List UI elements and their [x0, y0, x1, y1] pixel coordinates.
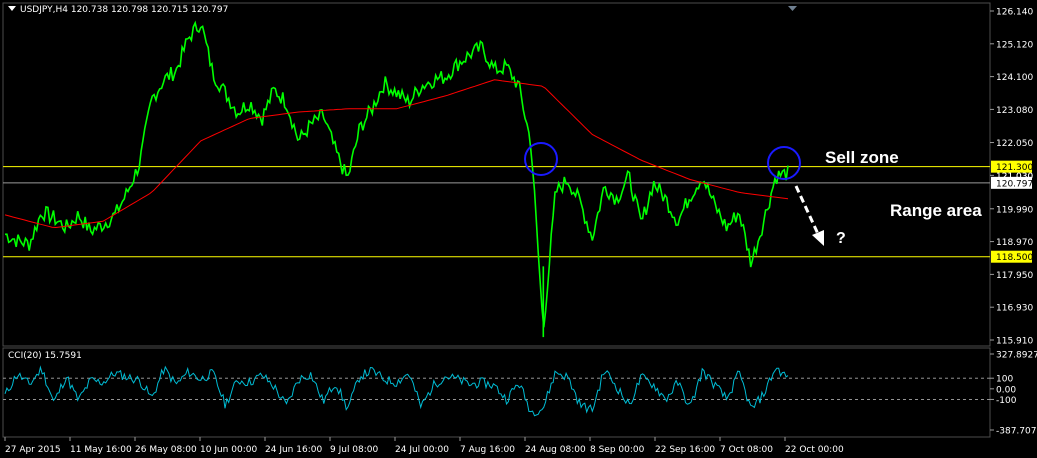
- cci-axis-label: -387.707: [996, 427, 1036, 437]
- time-axis-label: 24 Aug 08:00: [525, 445, 586, 455]
- price-axis-label: 119.990: [996, 205, 1033, 215]
- sell-zone-annotation: Sell zone: [825, 148, 899, 167]
- price-chart: 126.140125.120124.100123.080122.050121.0…: [2, 2, 1037, 455]
- cci-pane-frame: [2, 347, 991, 438]
- high-price: 120.798: [110, 5, 149, 15]
- price-axis-label: 124.100: [996, 73, 1033, 83]
- low-price: 120.715: [151, 5, 189, 15]
- projection-arrow-line: [794, 185, 820, 235]
- time-axis-label: 24 Jun 16:00: [265, 445, 322, 455]
- time-axis-label: 7 Aug 16:00: [460, 445, 515, 455]
- price-axis-label: 126.140: [996, 8, 1033, 18]
- price-axis-label: 125.120: [996, 40, 1033, 50]
- price-axis-label: 115.910: [996, 337, 1033, 347]
- level-label: 118.500: [996, 253, 1033, 263]
- question-annotation: ?: [836, 230, 846, 247]
- cci-axis-label: -100: [996, 396, 1017, 406]
- symbol-label: USDJPY,H4: [20, 5, 68, 15]
- cci-axis-label: 0.00: [996, 385, 1016, 395]
- price-pane-frame: [2, 2, 991, 347]
- current-price-label: 120.797: [996, 179, 1033, 189]
- time-axis-label: 10 Jun 00:00: [200, 445, 257, 455]
- price-series-line: [4, 20, 789, 328]
- cci-label: CCI(20): [8, 351, 42, 361]
- sell-zone-circle-1: [524, 142, 558, 176]
- price-axis-label: 123.080: [996, 106, 1033, 116]
- range-area-annotation: Range area: [890, 201, 982, 220]
- price-axis-label: 122.050: [996, 139, 1033, 149]
- time-axis-label: 7 Oct 08:00: [720, 445, 773, 455]
- cci-series-line: [4, 365, 789, 417]
- chart-menu-triangle-icon[interactable]: [8, 6, 16, 11]
- level-label: 121.300: [996, 163, 1033, 173]
- time-axis-label: 9 Jul 08:00: [330, 445, 379, 455]
- projection-arrow-head-icon: [812, 230, 824, 246]
- time-axis-label: 27 Apr 2015: [5, 445, 61, 455]
- chart-header: USDJPY,H4 120.738 120.798 120.715 120.79…: [8, 5, 228, 15]
- time-axis-label: 26 May 08:00: [135, 445, 197, 455]
- time-axis-label: 24 Jul 00:00: [395, 445, 449, 455]
- cci-axis-label: 327.8927: [996, 351, 1037, 361]
- price-axis-label: 117.950: [996, 271, 1033, 281]
- moving-average-line: [4, 79, 789, 229]
- cci-header: CCI(20) 15.7591: [8, 351, 82, 361]
- cci-value: 15.7591: [44, 351, 82, 361]
- price-axis-label: 116.930: [996, 304, 1033, 314]
- time-axis-label: 22 Oct 00:00: [785, 445, 844, 455]
- close-price: 120.797: [191, 5, 229, 15]
- price-axis-label: 118.970: [996, 238, 1033, 248]
- time-axis-label: 8 Sep 00:00: [590, 445, 645, 455]
- cci-axis-label: 100: [996, 375, 1013, 385]
- open-price: 120.738: [70, 5, 109, 15]
- time-axis-label: 11 May 16:00: [70, 445, 132, 455]
- sell-zone-circle-2: [767, 146, 801, 180]
- time-axis-label: 22 Sep 16:00: [655, 445, 715, 455]
- shift-marker-icon: [788, 6, 797, 11]
